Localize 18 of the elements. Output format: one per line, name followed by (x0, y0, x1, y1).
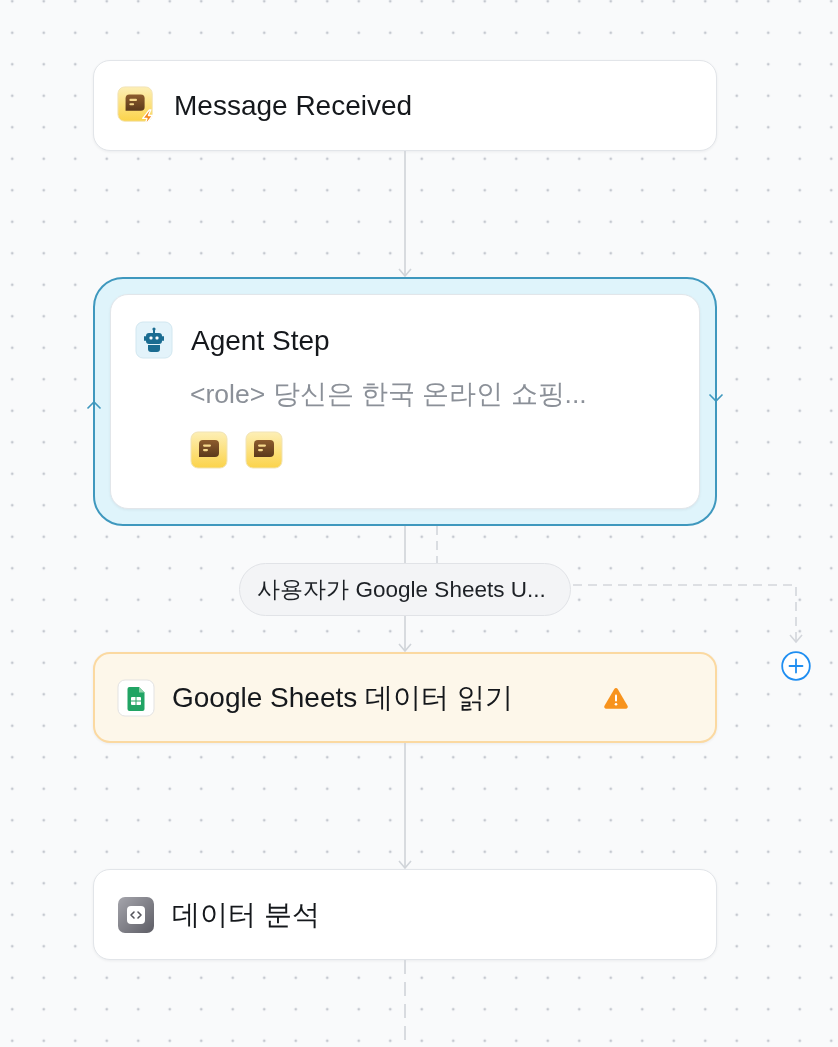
code-icon (117, 895, 155, 934)
robot-icon (135, 321, 173, 359)
code-node[interactable]: 데이터 분석 (93, 869, 717, 960)
node-title: Agent Step (191, 323, 330, 358)
node-title: 데이터 분석 (172, 898, 320, 932)
agent-node[interactable]: Agent Step <role> 당신은 한국 온라인 쇼핑... (110, 294, 700, 509)
trigger-node[interactable]: Message Received (93, 60, 717, 151)
node-description: <role> 당신은 한국 온라인 쇼핑... (190, 378, 588, 411)
chat-bubble-icon[interactable] (245, 431, 283, 470)
node-title: Message Received (174, 89, 413, 123)
action-node[interactable]: Google Sheets 데이터 읽기 (93, 652, 717, 743)
node-title: Google Sheets 데이터 읽기 (172, 681, 513, 715)
add-step-icon[interactable] (781, 651, 811, 681)
spreadsheet-icon (117, 678, 155, 717)
condition-label[interactable]: 사용자가 Google Sheets U... (239, 563, 571, 616)
connector-line (404, 526, 406, 563)
connector-arrow (397, 616, 413, 652)
chat-bubble-icon[interactable] (190, 431, 228, 470)
